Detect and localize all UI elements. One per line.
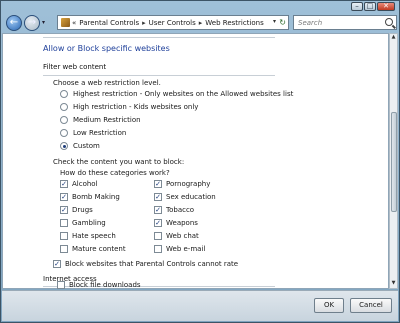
radio-medium-restriction[interactable]: Medium Restriction <box>60 116 141 124</box>
checkbox-pornography[interactable]: ✓ <box>154 180 162 188</box>
check-content-label: Check the content you want to block: <box>53 158 185 166</box>
close-button[interactable]: ✕ <box>377 2 395 11</box>
checkbox-hate-speech[interactable] <box>60 232 68 240</box>
checkbox-sex-education[interactable]: ✓ <box>154 193 162 201</box>
category-label: Hate speech <box>72 232 116 240</box>
search-icon[interactable] <box>385 18 393 26</box>
allow-block-websites-link[interactable]: Allow or Block specific websites <box>43 44 170 53</box>
category-label: Drugs <box>72 206 93 214</box>
category-label: Tobacco <box>166 206 195 214</box>
scroll-thumb[interactable] <box>391 112 397 212</box>
breadcrumb-separator-icon[interactable]: ▸ <box>142 19 146 27</box>
navigation-bar: ← → ▾ « Parental Controls ▸ User Control… <box>3 12 399 33</box>
filter-web-content-heading: Filter web content <box>43 63 107 71</box>
category-alcohol[interactable]: ✓ Alcohol <box>60 180 98 188</box>
checkbox-weapons[interactable]: ✓ <box>154 219 162 227</box>
checkbox-web-email[interactable] <box>154 245 162 253</box>
dialog-footer: OK Cancel <box>2 290 398 321</box>
checkbox-web-chat[interactable] <box>154 232 162 240</box>
checkbox-block-unrated[interactable]: ✓ <box>53 260 61 268</box>
category-label: Web chat <box>166 232 199 240</box>
content-pane: Allow or Block specific websites Filter … <box>2 33 389 289</box>
category-label: Web e-mail <box>166 245 206 253</box>
scroll-down-icon[interactable]: ▼ <box>390 280 397 288</box>
radio-high-label: High restriction - Kids websites only <box>73 103 199 111</box>
category-web-chat[interactable]: Web chat <box>154 232 199 240</box>
category-label: Weapons <box>166 219 198 227</box>
radio-highest-label: Highest restriction - Only websites on t… <box>73 90 294 98</box>
block-downloads-label: Block file downloads <box>69 281 141 289</box>
radio-custom-label: Custom <box>73 142 100 150</box>
block-unrated-websites[interactable]: ✓ Block websites that Parental Controls … <box>53 260 238 268</box>
breadcrumb-user-controls[interactable]: User Controls <box>149 19 196 27</box>
category-label: Alcohol <box>72 180 98 188</box>
category-mature-content[interactable]: Mature content <box>60 245 126 253</box>
checkbox-gambling[interactable] <box>60 219 68 227</box>
checkbox-drugs[interactable]: ✓ <box>60 206 68 214</box>
cancel-button[interactable]: Cancel <box>350 298 392 313</box>
breadcrumb-separator-icon[interactable]: ▸ <box>199 19 203 27</box>
category-label: Mature content <box>72 245 126 253</box>
how-categories-work-link[interactable]: How do these categories work? <box>60 169 170 177</box>
category-gambling[interactable]: Gambling <box>60 219 106 227</box>
radio-highest-restriction[interactable]: Highest restriction - Only websites on t… <box>60 90 293 98</box>
scroll-up-icon[interactable]: ▲ <box>390 34 397 42</box>
radio-medium-dot[interactable] <box>60 116 68 124</box>
address-bar[interactable]: « Parental Controls ▸ User Controls ▸ We… <box>57 15 289 30</box>
vertical-scrollbar[interactable]: ▲ ▼ <box>389 33 398 289</box>
category-weapons[interactable]: ✓ Weapons <box>154 219 198 227</box>
refresh-icon[interactable]: ↻ <box>279 18 286 27</box>
top-divider <box>43 37 275 38</box>
checkbox-tobacco[interactable]: ✓ <box>154 206 162 214</box>
category-pornography[interactable]: ✓ Pornography <box>154 180 210 188</box>
block-unrated-label: Block websites that Parental Controls ca… <box>65 260 239 268</box>
category-bomb-making[interactable]: ✓ Bomb Making <box>60 193 120 201</box>
ok-button[interactable]: OK <box>314 298 344 313</box>
choose-level-label: Choose a web restriction level. <box>53 79 161 87</box>
category-label: Sex education <box>166 193 216 201</box>
radio-low-restriction[interactable]: Low Restriction <box>60 129 126 137</box>
checkbox-block-downloads[interactable] <box>57 281 65 289</box>
radio-high-dot[interactable] <box>60 103 68 111</box>
radio-low-label: Low Restriction <box>73 129 127 137</box>
control-panel-icon <box>61 18 70 27</box>
forward-button[interactable]: → <box>24 14 40 31</box>
checkbox-alcohol[interactable]: ✓ <box>60 180 68 188</box>
category-sex-education[interactable]: ✓ Sex education <box>154 193 216 201</box>
back-button[interactable]: ← <box>6 14 22 31</box>
category-drugs[interactable]: ✓ Drugs <box>60 206 93 214</box>
radio-high-restriction[interactable]: High restriction - Kids websites only <box>60 103 198 111</box>
checkbox-bomb-making[interactable]: ✓ <box>60 193 68 201</box>
maximize-button[interactable]: □ <box>364 2 376 11</box>
caption-buttons: – □ ✕ <box>351 2 395 11</box>
checkbox-mature-content[interactable] <box>60 245 68 253</box>
category-label: Pornography <box>166 180 211 188</box>
block-file-downloads[interactable]: Block file downloads <box>57 281 141 289</box>
filter-divider <box>43 75 275 76</box>
radio-highest-dot[interactable] <box>60 90 68 98</box>
recent-pages-chevron-icon[interactable]: ▾ <box>42 19 45 26</box>
category-label: Gambling <box>72 219 106 227</box>
category-label: Bomb Making <box>72 193 120 201</box>
breadcrumb-parental-controls[interactable]: Parental Controls <box>79 19 139 27</box>
search-box[interactable]: Search <box>293 15 397 30</box>
category-hate-speech[interactable]: Hate speech <box>60 232 116 240</box>
minimize-button[interactable]: – <box>351 2 363 11</box>
radio-custom-dot[interactable] <box>60 142 68 150</box>
radio-custom[interactable]: Custom <box>60 142 100 150</box>
breadcrumb-web-restrictions[interactable]: Web Restrictions <box>205 19 263 27</box>
category-web-email[interactable]: Web e-mail <box>154 245 205 253</box>
search-placeholder: Search <box>298 19 323 27</box>
category-tobacco[interactable]: ✓ Tobacco <box>154 206 194 214</box>
radio-low-dot[interactable] <box>60 129 68 137</box>
breadcrumb-prefix[interactable]: « <box>72 19 76 27</box>
address-dropdown-icon[interactable]: ▾ <box>273 18 276 25</box>
radio-medium-label: Medium Restriction <box>73 116 141 124</box>
